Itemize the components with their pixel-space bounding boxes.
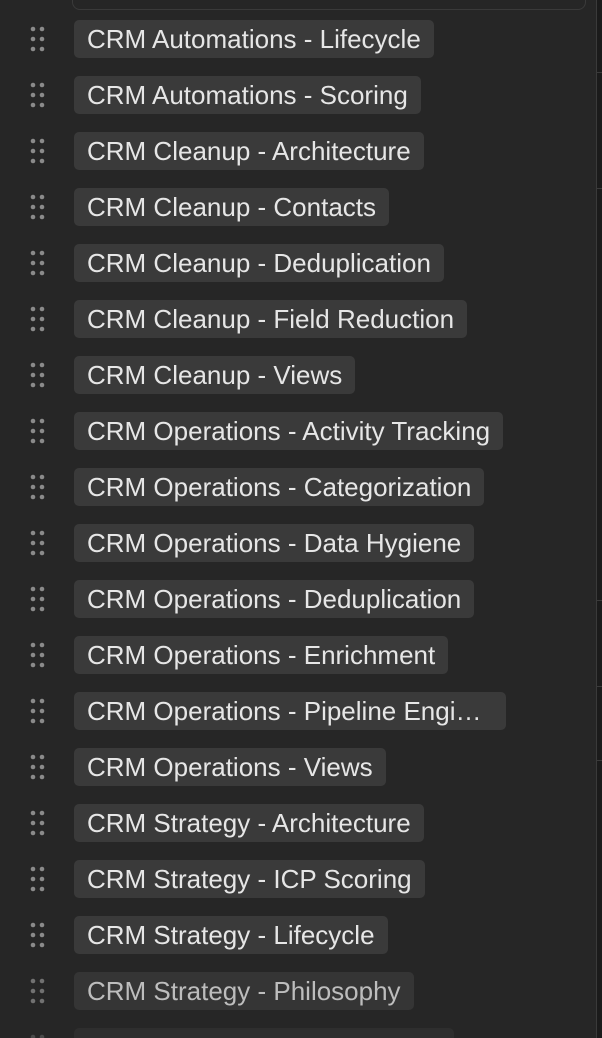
option-tag[interactable]: CRM Cleanup - Views (74, 356, 356, 394)
option-row[interactable]: CRM Cleanup - Deduplication (0, 224, 596, 282)
edge-divider (597, 600, 602, 601)
drag-handle-icon[interactable] (30, 82, 46, 108)
option-row[interactable]: CRM Operations - Categorization (0, 448, 596, 506)
drag-handle-icon[interactable] (30, 698, 46, 724)
option-tag[interactable]: CRM Strategy - Lifecycle (74, 916, 388, 954)
option-tag[interactable]: CRM Operations - Categorization (74, 468, 485, 506)
drag-handle-icon[interactable] (30, 586, 46, 612)
option-row[interactable]: CRM Strategy - Architecture (0, 784, 596, 842)
edge-divider (597, 72, 602, 73)
option-tag[interactable]: CRM Operations - Data Hygiene (74, 524, 475, 562)
option-tag[interactable]: CRM Operations - Views (74, 748, 386, 786)
drag-handle-icon[interactable] (30, 530, 46, 556)
option-tag[interactable]: CRM Operations - Pipeline Engineering (74, 692, 506, 730)
option-tag[interactable]: CRM Strategy - Philosophy (74, 972, 414, 1010)
option-row[interactable]: CRM Operations - Views (0, 728, 596, 786)
drag-handle-icon[interactable] (30, 194, 46, 220)
option-tag[interactable]: CRM Operations - Deduplication (74, 580, 475, 618)
option-tag[interactable]: CRM Strategy - ICP Scoring (74, 860, 425, 898)
option-tag[interactable]: CRM Cleanup - Field Reduction (74, 300, 468, 338)
option-tag[interactable]: CRM Automations - Lifecycle (74, 20, 434, 58)
option-row[interactable]: CRM Cleanup - Field Reduction (0, 280, 596, 338)
drag-handle-icon[interactable] (30, 306, 46, 332)
option-row[interactable]: CRM Operations - Activity Tracking (0, 392, 596, 450)
option-row[interactable]: CRM Cleanup - Views (0, 336, 596, 394)
edge-divider (597, 188, 602, 189)
option-row[interactable]: CRM Operations - Pipeline Engineering (0, 672, 596, 730)
drag-handle-icon[interactable] (30, 418, 46, 444)
option-tag[interactable]: CRM Cleanup - Contacts (74, 188, 389, 226)
edge-divider (597, 686, 602, 687)
option-row[interactable]: CRM Automations - Scoring (0, 56, 596, 114)
option-tag[interactable]: CRM Operations - Enrichment (74, 636, 449, 674)
drag-handle-icon[interactable] (30, 474, 46, 500)
select-options-panel: CRM Automations - Lifecycle CRM Automati… (0, 0, 597, 1038)
drag-handle-icon[interactable] (30, 26, 46, 52)
option-tag[interactable]: CRM Operations - Activity Tracking (74, 412, 504, 450)
drag-handle-icon[interactable] (30, 810, 46, 836)
option-row[interactable]: CRM Cleanup - Architecture (0, 112, 596, 170)
edge-divider (597, 760, 602, 761)
option-row[interactable]: CRM Operations - Enrichment (0, 616, 596, 674)
option-row[interactable] (0, 1008, 596, 1038)
option-row[interactable]: CRM Operations - Data Hygiene (0, 504, 596, 562)
option-row[interactable]: CRM Cleanup - Contacts (0, 168, 596, 226)
option-row[interactable]: CRM Strategy - Lifecycle (0, 896, 596, 954)
drag-handle-icon[interactable] (30, 642, 46, 668)
option-row[interactable]: CRM Automations - Lifecycle (0, 0, 596, 58)
option-tag[interactable] (74, 1028, 454, 1038)
drag-handle-icon[interactable] (30, 1034, 46, 1038)
drag-handle-icon[interactable] (30, 250, 46, 276)
drag-handle-icon[interactable] (30, 978, 46, 1004)
drag-handle-icon[interactable] (30, 754, 46, 780)
drag-handle-icon[interactable] (30, 866, 46, 892)
option-row[interactable]: CRM Strategy - ICP Scoring (0, 840, 596, 898)
option-tag[interactable]: CRM Cleanup - Deduplication (74, 244, 444, 282)
drag-handle-icon[interactable] (30, 922, 46, 948)
drag-handle-icon[interactable] (30, 138, 46, 164)
option-tag[interactable]: CRM Cleanup - Architecture (74, 132, 424, 170)
option-tag[interactable]: CRM Automations - Scoring (74, 76, 421, 114)
option-row[interactable]: CRM Operations - Deduplication (0, 560, 596, 618)
option-tag[interactable]: CRM Strategy - Architecture (74, 804, 424, 842)
drag-handle-icon[interactable] (30, 362, 46, 388)
window-edge (597, 0, 602, 1038)
option-row[interactable]: CRM Strategy - Philosophy (0, 952, 596, 1010)
